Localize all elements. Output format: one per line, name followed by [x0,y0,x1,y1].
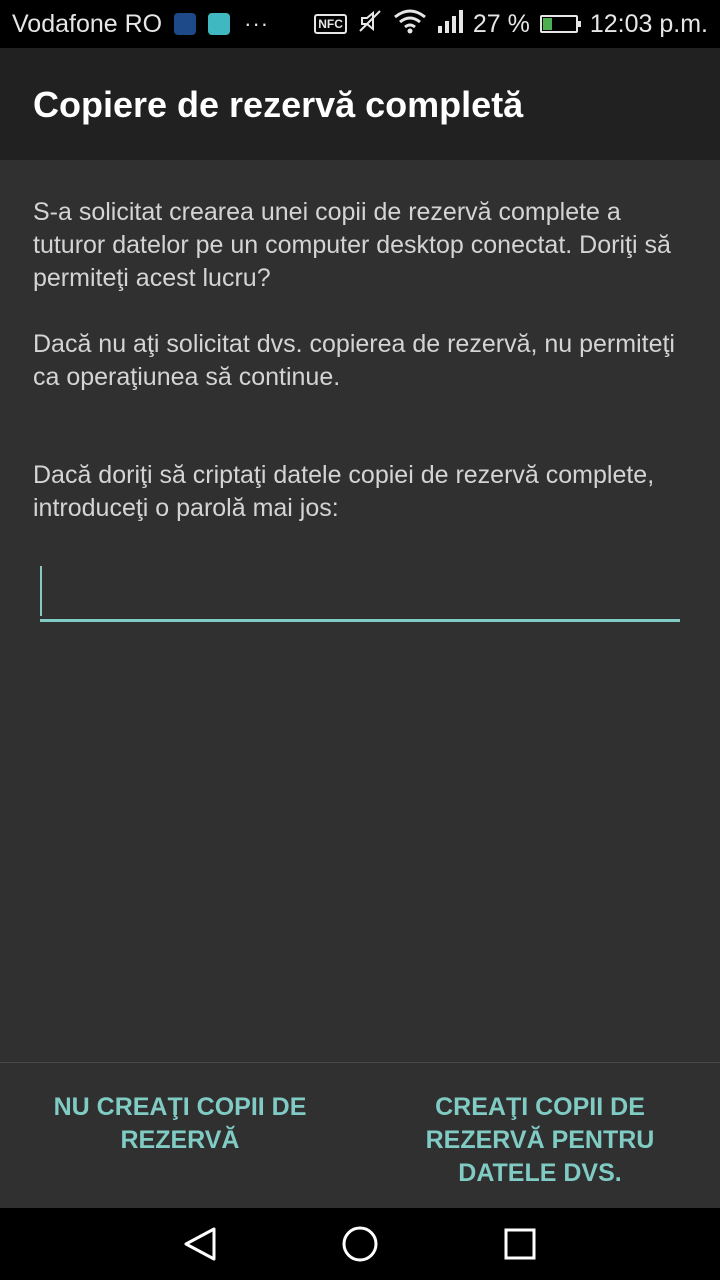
dialog-title-bar: Copiere de rezervă completă [0,48,720,160]
backup-my-data-button[interactable]: CREAŢI COPII DE REZERVĂ PENTRU DATELE DV… [390,1091,690,1190]
carrier-name: Vodafone RO [12,9,163,38]
text-cursor [40,566,42,616]
app-notification-icon [174,13,197,35]
nfc-icon: NFC [314,14,347,34]
clock: 12:03 p.m. [589,9,708,38]
backup-request-text: S-a solicitat crearea unei copii de reze… [33,198,671,292]
dialog-button-bar: NU CREAŢI COPII DE REZERVĂ CREAŢI COPII … [0,1062,720,1209]
battery-level [542,18,552,30]
battery-percent: 27 % [472,9,530,38]
status-bar: Vodafone RO ··· NFC 27 % 12:03 p.m. [0,0,720,48]
android-notification-icon [208,13,231,35]
do-not-backup-button[interactable]: NU CREAŢI COPII DE REZERVĂ [30,1091,330,1157]
battery-charging-icon [539,15,581,33]
more-notifications-icon: ··· [244,11,270,36]
recents-icon[interactable] [500,1224,540,1264]
wifi-icon [393,8,427,41]
signal-icon [437,8,467,41]
dialog-title: Copiere de rezervă completă [33,84,524,125]
warning-text: Dacă nu aţi solicitat dvs. copierea de r… [33,330,675,391]
mute-icon [357,8,383,41]
navigation-bar [0,1208,720,1280]
encryption-text: Dacă doriţi să criptaţi datele copiei de… [33,461,655,522]
password-input[interactable] [40,560,680,622]
home-icon[interactable] [340,1224,380,1264]
back-icon[interactable] [180,1224,220,1264]
